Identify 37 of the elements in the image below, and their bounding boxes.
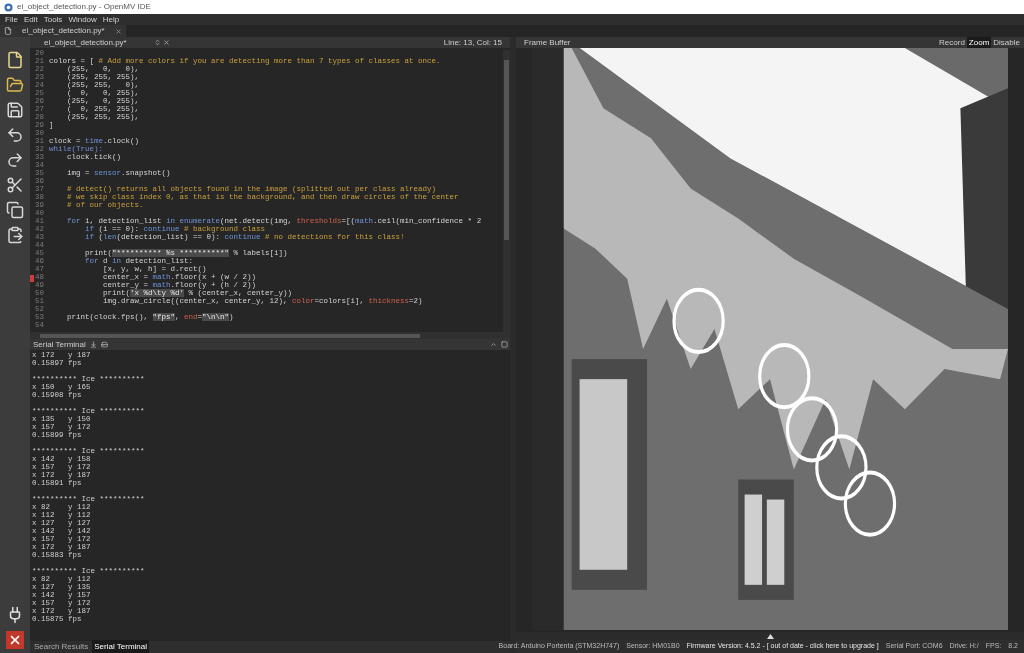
cursor-position: Line: 13, Col: 15 (443, 36, 502, 49)
redo-icon[interactable] (6, 151, 24, 169)
download-icon[interactable] (89, 341, 97, 348)
undo-icon[interactable] (6, 126, 24, 144)
close-icon (8, 633, 22, 647)
open-folder-icon[interactable] (6, 76, 24, 94)
window-title: ei_object_detection.py - OpenMV IDE (17, 1, 151, 13)
menu-item[interactable]: Tools (43, 15, 63, 24)
file-tab[interactable]: ei_object_detection.py* (0, 25, 126, 37)
frame-buffer-button[interactable]: Record (937, 36, 967, 49)
cut-icon[interactable] (6, 176, 24, 194)
triangle-up-icon[interactable] (766, 633, 774, 639)
chevron-up-icon[interactable] (490, 341, 497, 348)
close-icon[interactable] (114, 27, 122, 35)
bottom-tab[interactable]: Search Results (32, 640, 91, 653)
editor-filename: ei_object_detection.py* (44, 36, 128, 49)
close-icon[interactable] (163, 39, 170, 46)
frame-buffer-button[interactable]: Disable (991, 36, 1022, 49)
maximize-icon[interactable] (501, 341, 508, 348)
menu-item[interactable]: Edit (23, 15, 38, 24)
breakpoint-marker[interactable] (30, 274, 34, 282)
copy-icon[interactable] (6, 201, 24, 219)
bottom-tab[interactable]: Serial Terminal (92, 640, 149, 653)
up-down-arrows-icon[interactable] (154, 39, 161, 46)
new-file-icon[interactable] (6, 51, 24, 69)
file-tab-label: ei_object_detection.py* (21, 25, 106, 37)
menu-item[interactable]: File (5, 15, 18, 24)
code-editor[interactable] (30, 48, 510, 332)
drive-icon[interactable] (100, 341, 108, 348)
menu-item[interactable]: Help (102, 15, 120, 24)
frame-buffer-title: Frame Buffer (524, 36, 571, 49)
file-icon (4, 27, 12, 35)
paste-icon[interactable] (6, 226, 24, 244)
stop-button[interactable] (6, 631, 24, 649)
menu-item[interactable]: Window (68, 15, 97, 24)
terminal-title: Serial Terminal (33, 338, 86, 351)
save-icon[interactable] (6, 101, 24, 119)
